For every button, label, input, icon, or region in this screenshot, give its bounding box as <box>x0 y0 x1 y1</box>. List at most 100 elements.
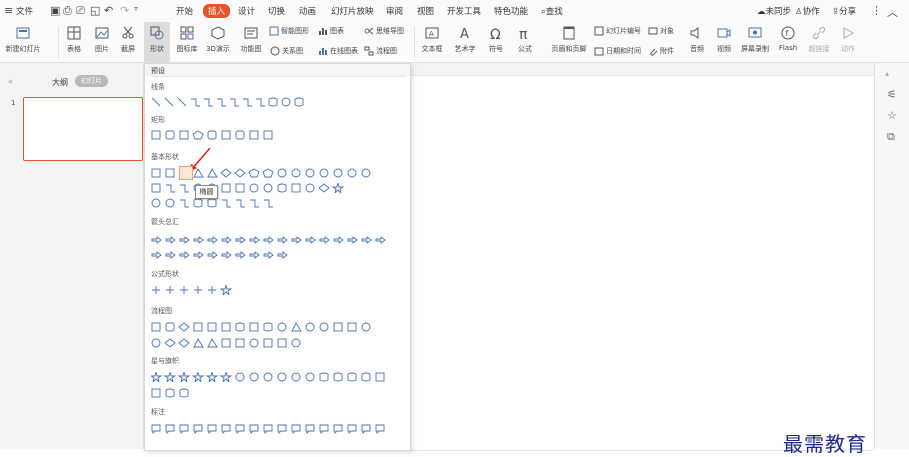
symbol-button[interactable]: Ω 符号 <box>484 22 508 62</box>
shape-option[interactable] <box>291 168 301 178</box>
formula-row[interactable] <box>151 285 403 295</box>
shape-option[interactable] <box>249 322 259 332</box>
shape-option[interactable] <box>165 198 175 208</box>
ellipse-shape-hover[interactable] <box>179 166 193 180</box>
shape-option[interactable] <box>250 199 259 208</box>
search-box[interactable]: ⌕查找 <box>541 5 563 17</box>
shape-option[interactable] <box>165 322 175 332</box>
basic-row-3[interactable] <box>151 198 403 208</box>
shape-option[interactable] <box>179 130 189 140</box>
shape-option[interactable] <box>347 168 357 178</box>
object-button[interactable]: 对象 <box>648 26 674 36</box>
shape-option[interactable] <box>263 236 274 244</box>
shape-option[interactable] <box>217 98 226 107</box>
shape-option[interactable] <box>234 168 246 178</box>
flowchart-shapes-1[interactable] <box>151 322 403 332</box>
tab-view[interactable]: 视图 <box>417 5 434 17</box>
panel-collapse-icon[interactable]: « <box>8 77 13 86</box>
basic-row-2[interactable] <box>151 183 403 193</box>
menu-file[interactable]: 文件 <box>16 5 33 17</box>
mind-map-button[interactable]: 思维导图 <box>364 26 404 36</box>
shape-option[interactable] <box>333 236 344 244</box>
shape-option[interactable] <box>151 251 162 259</box>
shape-option[interactable] <box>249 372 259 382</box>
table-button[interactable]: 表格 <box>62 22 86 62</box>
shape-option[interactable] <box>192 130 204 140</box>
header-footer-button[interactable]: 页眉和页脚 <box>548 22 590 62</box>
shape-option[interactable] <box>319 168 329 178</box>
textbox-button[interactable]: A 文本框 <box>418 22 446 62</box>
relation-chart-button[interactable]: 关系图 <box>270 46 303 56</box>
shape-option[interactable] <box>165 388 175 398</box>
flowchart-row-2[interactable] <box>151 338 403 348</box>
flowchart-row-1[interactable] <box>151 322 403 332</box>
shape-option[interactable] <box>263 338 273 348</box>
arrow-shapes-2[interactable] <box>151 250 403 260</box>
shape-option[interactable] <box>281 97 291 107</box>
shape-option[interactable] <box>291 183 301 193</box>
shape-option[interactable] <box>207 424 217 434</box>
shape-option[interactable] <box>347 372 357 382</box>
tab-animation[interactable]: 动画 <box>299 5 316 17</box>
shape-option[interactable] <box>164 97 174 107</box>
shape-option[interactable] <box>193 322 203 332</box>
shape-option[interactable] <box>249 251 260 259</box>
shape-option[interactable] <box>221 322 231 332</box>
collapse-ribbon-icon[interactable]: ︿ <box>887 4 898 20</box>
shape-option[interactable] <box>221 424 231 434</box>
function-chart-button[interactable]: 功能图 <box>236 22 266 62</box>
lines-row[interactable] <box>151 97 401 107</box>
audio-button[interactable]: 音频 <box>684 22 710 62</box>
formula-shapes[interactable] <box>151 285 403 295</box>
shape-option[interactable] <box>262 168 274 178</box>
rectangle-shapes[interactable] <box>151 130 401 140</box>
shape-option[interactable] <box>264 199 273 208</box>
shape-option[interactable] <box>305 322 315 332</box>
shape-option[interactable] <box>180 184 189 193</box>
shape-option[interactable] <box>375 236 386 244</box>
shape-option[interactable] <box>194 286 202 294</box>
shape-option[interactable] <box>249 130 259 140</box>
shape-option[interactable] <box>193 251 204 259</box>
basic-shapes-3[interactable] <box>151 198 403 208</box>
shape-option[interactable] <box>277 168 287 178</box>
layers-icon[interactable]: ⧉ <box>887 130 895 144</box>
flowchart-shapes-2[interactable] <box>151 338 403 348</box>
shape-option[interactable] <box>263 372 273 382</box>
shape-option[interactable] <box>221 251 232 259</box>
export-pdf-icon[interactable]: ⎙ <box>63 4 72 18</box>
lines-shapes[interactable] <box>151 97 401 107</box>
scroll-up-icon[interactable]: ▴ <box>885 69 889 78</box>
hyperlink-button[interactable]: 超链接 <box>805 22 833 62</box>
preview-icon[interactable]: ◱ <box>90 4 100 17</box>
redo-icon[interactable]: ↷ <box>120 4 129 17</box>
shape-option[interactable] <box>291 338 301 348</box>
shape-option[interactable] <box>333 372 343 382</box>
customize-icon[interactable]: ▿ <box>134 4 138 13</box>
undo-icon[interactable]: ↶ <box>104 4 113 17</box>
hamburger-icon[interactable]: ≡ <box>4 4 13 17</box>
stars-row-2[interactable] <box>151 388 403 398</box>
shape-option[interactable] <box>291 236 302 244</box>
shape-option[interactable] <box>191 98 200 107</box>
shape-option[interactable] <box>151 424 161 434</box>
shape-option[interactable] <box>207 322 217 332</box>
shape-option[interactable] <box>180 199 189 208</box>
shape-option[interactable] <box>277 322 287 332</box>
flowchart-button[interactable]: 流程图 <box>364 46 397 56</box>
shape-option[interactable] <box>177 97 187 107</box>
shape-option[interactable] <box>291 372 301 382</box>
stars-row-1[interactable] <box>151 372 403 382</box>
screenshot-button[interactable]: 截屏 <box>116 22 140 62</box>
new-slide-button[interactable]: 新建幻灯片 <box>4 22 42 62</box>
shape-option[interactable] <box>347 236 358 244</box>
shape-option[interactable] <box>277 251 288 259</box>
shape-option[interactable] <box>243 98 252 107</box>
shape-option[interactable] <box>263 183 273 193</box>
shape-option[interactable] <box>151 236 162 244</box>
slide-thumbnail[interactable] <box>23 97 143 161</box>
shape-option[interactable] <box>305 424 315 434</box>
shape-option[interactable] <box>333 322 343 332</box>
rectangles-row[interactable] <box>151 130 401 140</box>
tab-home[interactable]: 开始 <box>176 5 193 17</box>
